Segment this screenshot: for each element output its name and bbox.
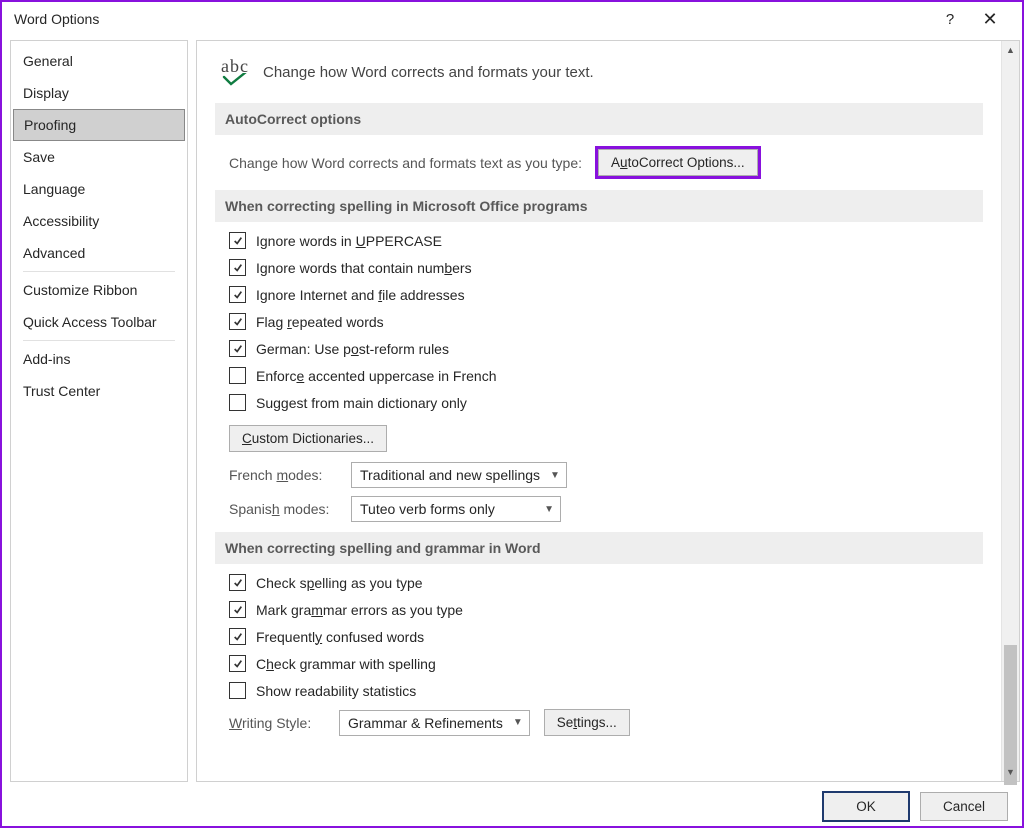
checkbox[interactable] — [229, 367, 246, 384]
cancel-button[interactable]: Cancel — [920, 792, 1008, 821]
word-option-1: Mark grammar errors as you type — [229, 601, 983, 618]
french-modes-label: French modes: — [229, 467, 339, 483]
checkbox[interactable] — [229, 682, 246, 699]
main-panel: abc Change how Word corrects and formats… — [197, 41, 1001, 781]
autocorrect-desc: Change how Word corrects and formats tex… — [229, 155, 582, 171]
checkbox-label[interactable]: Ignore Internet and file addresses — [256, 287, 465, 303]
chevron-down-icon: ▼ — [550, 470, 560, 481]
vertical-scrollbar[interactable]: ▲ ▼ — [1001, 41, 1019, 781]
dialog-footer: OK Cancel — [2, 786, 1022, 826]
spanish-modes-label: Spanish modes: — [229, 501, 339, 517]
sidebar-item-language[interactable]: Language — [11, 173, 187, 205]
chevron-down-icon: ▼ — [544, 504, 554, 515]
sidebar-separator — [23, 271, 175, 272]
category-sidebar: GeneralDisplayProofingSaveLanguageAccess… — [10, 40, 188, 782]
help-icon[interactable]: ? — [930, 11, 970, 28]
checkbox-label[interactable]: German: Use post-reform rules — [256, 341, 449, 357]
sidebar-item-advanced[interactable]: Advanced — [11, 237, 187, 269]
writing-style-settings-button[interactable]: Settings... — [544, 709, 630, 736]
sidebar-separator — [23, 340, 175, 341]
word-option-2: Frequently confused words — [229, 628, 983, 645]
office-option-3: Flag repeated words — [229, 313, 983, 330]
office-option-5: Enforce accented uppercase in French — [229, 367, 983, 384]
checkbox[interactable] — [229, 232, 246, 249]
section-autocorrect: AutoCorrect options — [215, 103, 983, 135]
close-icon[interactable]: ✕ — [970, 9, 1010, 30]
proofing-abc-icon: abc — [221, 57, 249, 87]
french-modes-combo[interactable]: Traditional and new spellings ▼ — [351, 462, 567, 488]
office-option-1: Ignore words that contain numbers — [229, 259, 983, 276]
checkbox[interactable] — [229, 313, 246, 330]
sidebar-item-accessibility[interactable]: Accessibility — [11, 205, 187, 237]
sidebar-item-proofing[interactable]: Proofing — [13, 109, 185, 141]
ok-button[interactable]: OK — [822, 791, 910, 822]
checkbox[interactable] — [229, 286, 246, 303]
office-option-0: Ignore words in UPPERCASE — [229, 232, 983, 249]
titlebar: Word Options ? ✕ — [2, 2, 1022, 36]
checkbox[interactable] — [229, 574, 246, 591]
checkbox-label[interactable]: Check grammar with spelling — [256, 656, 436, 672]
sidebar-item-general[interactable]: General — [11, 45, 187, 77]
spanish-modes-combo[interactable]: Tuteo verb forms only ▼ — [351, 496, 561, 522]
word-options-dialog: Word Options ? ✕ GeneralDisplayProofingS… — [0, 0, 1024, 828]
sidebar-item-trust-center[interactable]: Trust Center — [11, 375, 187, 407]
scroll-up-icon[interactable]: ▲ — [1002, 41, 1019, 59]
word-option-0: Check spelling as you type — [229, 574, 983, 591]
checkbox-label[interactable]: Ignore words in UPPERCASE — [256, 233, 442, 249]
checkbox[interactable] — [229, 259, 246, 276]
sidebar-item-customize-ribbon[interactable]: Customize Ribbon — [11, 274, 187, 306]
checkbox-label[interactable]: Suggest from main dictionary only — [256, 395, 467, 411]
window-title: Word Options — [14, 11, 99, 27]
checkbox[interactable] — [229, 601, 246, 618]
page-header: abc Change how Word corrects and formats… — [221, 57, 983, 87]
word-option-4: Show readability statistics — [229, 682, 983, 699]
sidebar-item-quick-access-toolbar[interactable]: Quick Access Toolbar — [11, 306, 187, 338]
dialog-body: GeneralDisplayProofingSaveLanguageAccess… — [2, 36, 1022, 786]
office-option-6: Suggest from main dictionary only — [229, 394, 983, 411]
checkbox-label[interactable]: Ignore words that contain numbers — [256, 260, 472, 276]
section-spelling-word: When correcting spelling and grammar in … — [215, 532, 983, 564]
chevron-down-icon: ▼ — [513, 717, 523, 728]
checkbox[interactable] — [229, 394, 246, 411]
scroll-down-icon[interactable]: ▼ — [1002, 763, 1019, 781]
checkbox-label[interactable]: Enforce accented uppercase in French — [256, 368, 497, 384]
checkbox[interactable] — [229, 340, 246, 357]
sidebar-item-display[interactable]: Display — [11, 77, 187, 109]
office-option-4: German: Use post-reform rules — [229, 340, 983, 357]
writing-style-label: Writing Style: — [229, 715, 325, 731]
custom-dictionaries-button[interactable]: Custom Dictionaries... — [229, 425, 387, 452]
office-option-2: Ignore Internet and file addresses — [229, 286, 983, 303]
checkbox[interactable] — [229, 628, 246, 645]
writing-style-combo[interactable]: Grammar & Refinements ▼ — [339, 710, 530, 736]
checkbox-label[interactable]: Show readability statistics — [256, 683, 416, 699]
sidebar-item-save[interactable]: Save — [11, 141, 187, 173]
page-header-text: Change how Word corrects and formats you… — [263, 64, 594, 81]
sidebar-item-add-ins[interactable]: Add-ins — [11, 343, 187, 375]
checkbox-label[interactable]: Check spelling as you type — [256, 575, 423, 591]
section-spelling-office: When correcting spelling in Microsoft Of… — [215, 190, 983, 222]
main-panel-wrap: abc Change how Word corrects and formats… — [196, 40, 1020, 782]
checkbox-label[interactable]: Flag repeated words — [256, 314, 384, 330]
checkbox[interactable] — [229, 655, 246, 672]
word-option-3: Check grammar with spelling — [229, 655, 983, 672]
checkbox-label[interactable]: Frequently confused words — [256, 629, 424, 645]
autocorrect-options-button[interactable]: AutoCorrect Options... — [598, 149, 758, 176]
checkbox-label[interactable]: Mark grammar errors as you type — [256, 602, 463, 618]
